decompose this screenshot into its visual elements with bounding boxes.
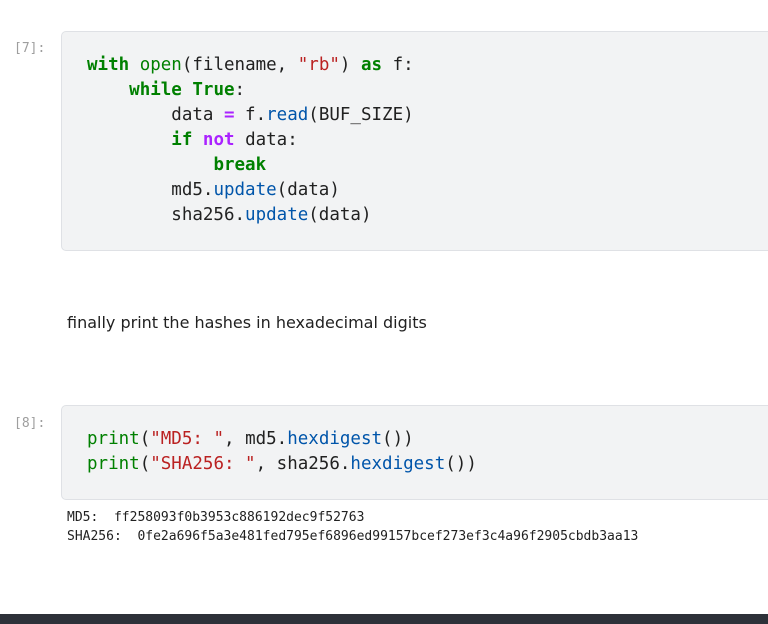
output-line-sha256: SHA256: 0fe2a696f5a3e481fed795ef6896ed99… [67, 529, 639, 544]
code-editor[interactable]: with open(filename, "rb") as f: while Tr… [87, 53, 414, 228]
code-token: "SHA256: " [150, 454, 256, 474]
markdown-cell: finally print the hashes in hexadecimal … [67, 313, 427, 332]
code-line: sha256.update(data) [87, 205, 371, 225]
code-token: sha256. [87, 205, 246, 225]
code-editor[interactable]: print("MD5: ", md5.hexdigest()) print("S… [87, 427, 477, 477]
code-token: if [171, 130, 193, 150]
code-token: while [129, 80, 182, 100]
code-token: hexdigest [287, 429, 383, 449]
bottom-status-bar [0, 614, 768, 624]
code-line: md5.update(data) [87, 180, 340, 200]
code-token: (data) [308, 205, 372, 225]
code-line: print("MD5: ", md5.hexdigest()) [87, 429, 414, 449]
cell-output: MD5: ff258093f0b3953c886192dec9f52763 SH… [67, 508, 638, 546]
code-token: ) [339, 55, 361, 75]
code-token: (BUF_SIZE) [308, 105, 414, 125]
code-token: update [245, 205, 309, 225]
code-token: ()) [382, 429, 414, 449]
code-token: f. [234, 105, 267, 125]
code-token: hexdigest [350, 454, 446, 474]
code-token: with [87, 55, 130, 75]
notebook: [7]: with open(filename, "rb") as f: whi… [0, 0, 768, 624]
code-token: open [139, 55, 182, 75]
code-token: "rb" [297, 55, 340, 75]
code-line: while True: [87, 80, 245, 100]
code-line: print("SHA256: ", sha256.hexdigest()) [87, 454, 477, 474]
code-line: data = f.read(BUF_SIZE) [87, 105, 414, 125]
code-token: print [87, 429, 140, 449]
code-token: update [213, 180, 277, 200]
code-token: = [223, 105, 235, 125]
code-token: data: [234, 130, 298, 150]
code-token: read [266, 105, 309, 125]
code-cell-7[interactable]: with open(filename, "rb") as f: while Tr… [61, 31, 768, 251]
code-token: : [234, 80, 246, 100]
cell-prompt-7: [7]: [14, 41, 46, 56]
code-token: print [87, 454, 140, 474]
code-token: True [192, 80, 235, 100]
code-token: f: [382, 55, 414, 75]
code-token: , md5. [224, 429, 288, 449]
code-token: not [202, 130, 235, 150]
code-token: as [361, 55, 383, 75]
cell-prompt-8: [8]: [14, 416, 46, 431]
code-token: , sha256. [255, 454, 351, 474]
code-line: break [87, 155, 266, 175]
code-token: ( [139, 454, 151, 474]
code-token: md5. [87, 180, 214, 200]
code-line: if not data: [87, 130, 298, 150]
code-token: data [87, 105, 224, 125]
code-token: "MD5: " [150, 429, 224, 449]
code-token: break [213, 155, 267, 175]
code-line: with open(filename, "rb") as f: [87, 55, 414, 75]
code-token: ( [139, 429, 151, 449]
code-token: ()) [445, 454, 477, 474]
code-token: (filename, [181, 55, 298, 75]
output-line-md5: MD5: ff258093f0b3953c886192dec9f52763 [67, 510, 365, 525]
code-token: (data) [276, 180, 340, 200]
code-cell-8[interactable]: print("MD5: ", md5.hexdigest()) print("S… [61, 405, 768, 500]
